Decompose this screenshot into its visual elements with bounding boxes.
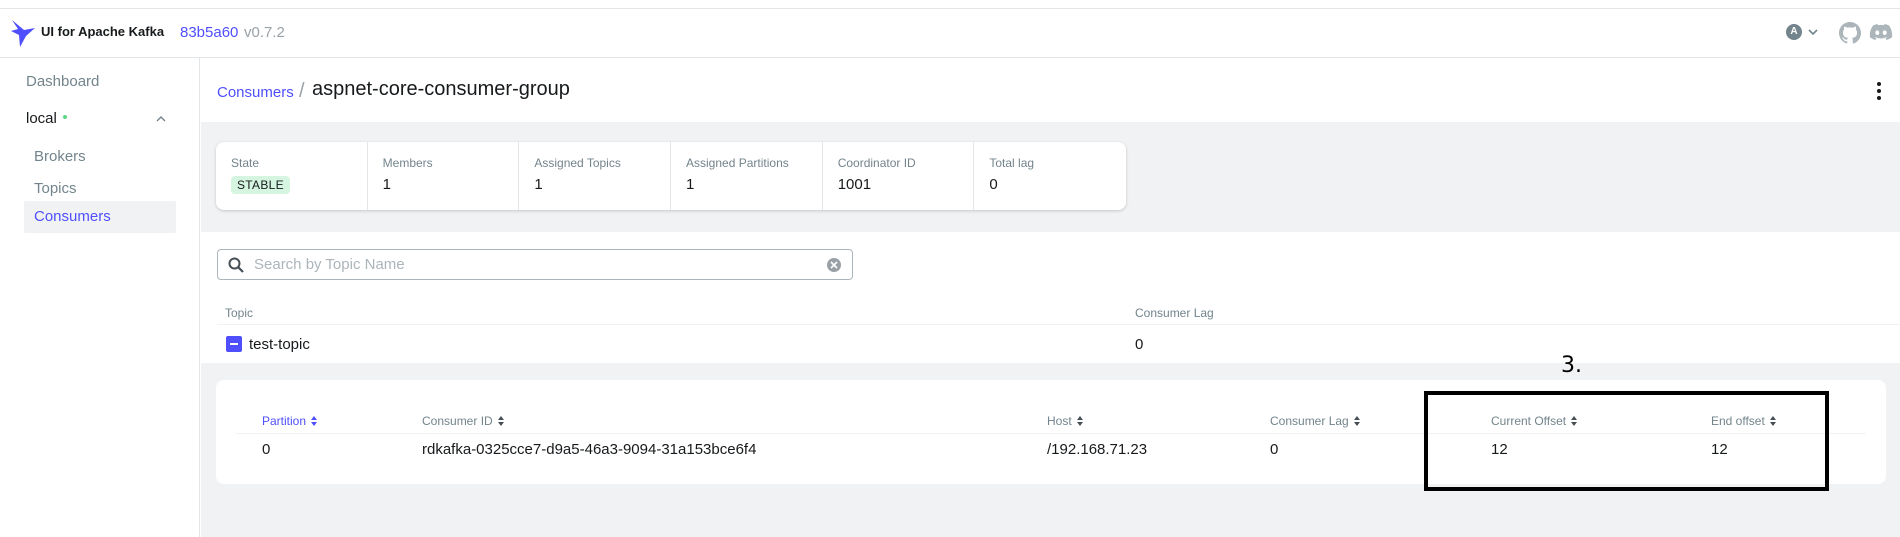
sidebar-item-dashboard[interactable]: Dashboard — [26, 73, 99, 90]
stat-state: State STABLE — [216, 142, 368, 210]
stat-label: Coordinator ID — [837, 156, 916, 170]
stat-assigned-topics: Assigned Topics 1 — [519, 142, 672, 210]
search-icon — [228, 257, 244, 273]
stat-members: Members 1 — [368, 142, 520, 210]
chevron-up-icon[interactable] — [154, 112, 168, 126]
stat-label: Total lag — [989, 156, 1035, 170]
version-number: v0.7.2 — [244, 24, 285, 41]
more-options-icon[interactable] — [1876, 81, 1882, 101]
topic-consumer-lag: 0 — [1135, 336, 1144, 353]
consumer-lag-cell: 0 — [1270, 441, 1279, 458]
host-cell: /192.168.71.23 — [1047, 441, 1148, 458]
version-hash-link[interactable]: 83b5a60 — [180, 24, 238, 41]
column-header-partition[interactable]: Partition — [262, 414, 318, 428]
header-divider — [217, 324, 1900, 325]
page-header: Consumers / aspnet-core-consumer-group — [201, 58, 1900, 122]
column-header-consumer-lag: Consumer Lag — [1135, 306, 1214, 320]
header-label: Host — [1047, 414, 1072, 428]
topic-name-link[interactable]: test-topic — [249, 336, 310, 353]
column-header-consumer-id[interactable]: Consumer ID — [422, 414, 505, 428]
stat-label: State — [231, 156, 260, 170]
stat-value: 1001 — [837, 176, 872, 193]
annotation-label: 3. — [1561, 353, 1582, 378]
stat-coordinator-id: Coordinator ID 1001 — [823, 142, 975, 210]
stat-label: Assigned Partitions — [686, 156, 789, 170]
stat-assigned-partitions: Assigned Partitions 1 — [671, 142, 823, 210]
top-bar: UI for Apache Kafka 83b5a60 v0.7.2 A — [0, 8, 1900, 58]
breadcrumb-consumers-link[interactable]: Consumers — [217, 84, 294, 101]
header-label: Consumer ID — [422, 414, 493, 428]
header-label: Consumer Lag — [1270, 414, 1349, 428]
logo-icon[interactable] — [10, 18, 36, 48]
cluster-online-dot — [62, 115, 67, 119]
stat-label: Assigned Topics — [534, 156, 621, 170]
page-title: aspnet-core-consumer-group — [312, 78, 570, 100]
stats-panel: State STABLE Members 1 Assigned Topics 1… — [216, 142, 1126, 210]
user-avatar[interactable]: A — [1786, 24, 1802, 40]
partition-cell: 0 — [262, 441, 271, 458]
sort-icon — [1353, 416, 1360, 426]
search-box[interactable] — [217, 249, 853, 280]
consumer-id-cell: rdkafka-0325cce7-d9a5-46a3-9094-31a153bc… — [422, 441, 757, 458]
cluster-name: local — [26, 110, 57, 127]
stat-value: 1 — [686, 176, 695, 193]
user-menu[interactable]: A — [1786, 24, 1820, 40]
stat-value: 1 — [534, 176, 543, 193]
clear-icon[interactable] — [826, 257, 842, 273]
brand-title[interactable]: UI for Apache Kafka — [41, 24, 164, 39]
stat-value: 1 — [382, 176, 392, 193]
column-header-topic: Topic — [225, 306, 254, 320]
header-label: Partition — [262, 414, 307, 428]
collapse-row-icon[interactable] — [226, 336, 242, 352]
sort-icon — [497, 416, 504, 426]
github-icon[interactable] — [1839, 22, 1861, 44]
sort-icon — [311, 416, 318, 426]
search-input[interactable] — [254, 250, 824, 279]
status-badge: STABLE — [231, 176, 290, 194]
sidebar-item-consumers[interactable]: Consumers — [24, 201, 176, 233]
discord-icon[interactable] — [1869, 22, 1893, 44]
annotation-highlight-box — [1424, 391, 1829, 491]
column-header-host[interactable]: Host — [1047, 414, 1084, 428]
sidebar-item-brokers[interactable]: Brokers — [24, 141, 176, 173]
stat-value: 0 — [989, 176, 998, 193]
stat-label: Members — [382, 156, 433, 170]
sidebar-cluster-local[interactable]: local — [26, 110, 67, 127]
sidebar: Dashboard local Brokers Topics Consumers — [0, 58, 200, 537]
topics-section: Topic Consumer Lag test-topic 0 Partitio… — [201, 232, 1900, 537]
column-header-consumer-lag[interactable]: Consumer Lag — [1270, 414, 1361, 428]
stat-total-lag: Total lag 0 — [974, 142, 1126, 210]
breadcrumb-separator: / — [299, 80, 305, 102]
chevron-down-icon[interactable] — [1806, 25, 1820, 39]
sort-icon — [1076, 416, 1083, 426]
